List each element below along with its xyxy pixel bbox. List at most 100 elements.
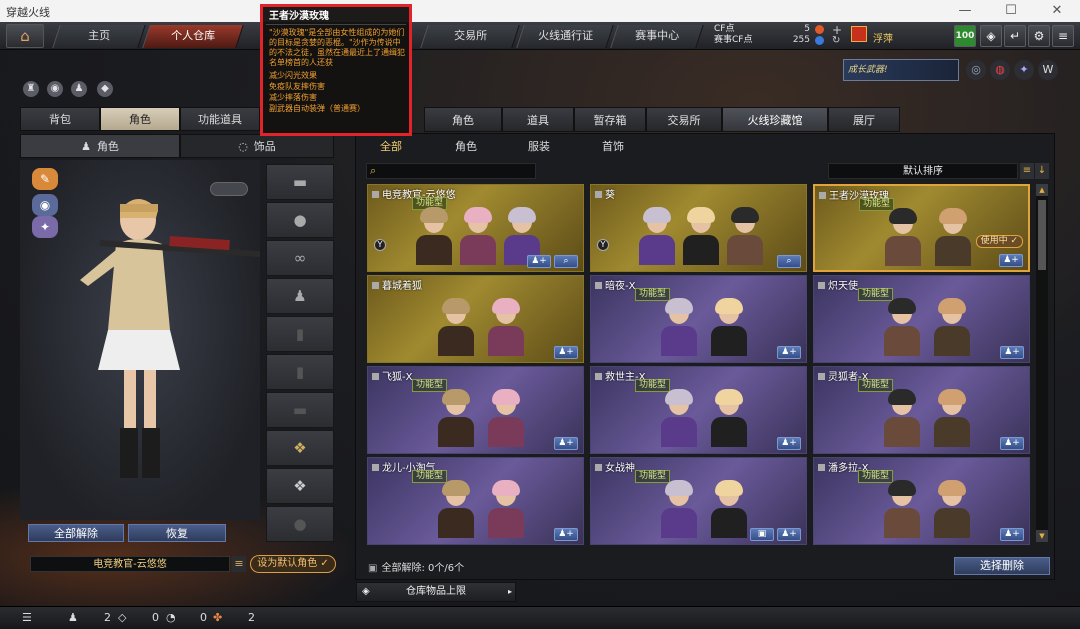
slot-pants[interactable]: ▬ [266,392,334,428]
item-card[interactable]: 暮城着狐 ♟+ [367,275,584,363]
clear-all-button[interactable]: 全部解除 [28,524,124,542]
slot-pet-1[interactable]: ❖ [266,430,334,466]
checkbox-icon[interactable] [372,191,379,198]
nav-tab-home[interactable]: 主页 [52,25,146,48]
home-icon[interactable]: ⌂ [6,24,44,48]
tab-role[interactable]: 角色 [424,107,502,132]
checkbox-icon[interactable]: ▣ [368,563,377,574]
subtab-character[interactable]: ♟ 角色 [20,134,180,158]
list-icon[interactable]: ≡ [232,556,246,572]
tab-items[interactable]: 道具 [502,107,574,132]
item-card[interactable]: 女战神 功能型 ▣ ♟+ [590,457,807,545]
list-menu-icon[interactable]: ☰ [22,611,32,624]
character-preview[interactable] [20,160,275,520]
shield-icon[interactable]: ◈ [980,25,1002,47]
item-card[interactable]: 飞狐-X 功能型 ♟+ [367,366,584,454]
equip-icon[interactable]: ♟+ [1000,528,1024,541]
slot-primary-weapon[interactable]: ▬ [266,164,334,200]
filter-jewelry[interactable]: 首饰 [602,138,624,154]
slot-figure[interactable]: ♟ [266,278,334,314]
gift-status-icon[interactable]: ✤ [213,611,222,624]
eye-icon[interactable]: ◉ [47,81,63,97]
item-card[interactable]: 暗夜-X 功能型 ♟+ [590,275,807,363]
skin-icon-2[interactable]: ◉ [32,194,58,216]
close-button[interactable]: ✕ [1034,0,1080,22]
item-card[interactable]: 潘多拉-X 功能型 ♟+ [813,457,1030,545]
scroll-up-icon[interactable]: ▲ [1036,184,1048,196]
item-card[interactable]: 王者沙漠玫瑰 功能型 使用中 ✓ ♟+ [813,184,1030,272]
tab-collection[interactable]: 火线珍藏馆 [722,107,828,132]
tab-storage[interactable]: 暂存箱 [574,107,646,132]
preview-icon[interactable]: ⌕ [554,255,578,268]
chat-icon[interactable]: ◔ [166,611,176,624]
subtab-accessories[interactable]: ◌ 饰品 [180,134,334,158]
filter-clothing[interactable]: 服装 [528,138,550,154]
growth-weapon-banner[interactable]: 成长武器! [843,59,959,81]
shield-status-icon[interactable]: ◇ [118,611,126,624]
rank-icon-1[interactable]: ◎ [966,60,986,80]
friends-icon[interactable]: ♟ [68,611,78,624]
equip-icon[interactable]: ♟+ [554,346,578,359]
nav-tab-pass[interactable]: 火线通行证 [516,25,614,48]
checkbox-icon[interactable] [818,373,825,380]
refresh-icon[interactable]: ↻ [832,35,840,46]
item-card[interactable]: 灵狐者-X 功能型 ♟+ [813,366,1030,454]
set-default-button[interactable]: 设为默认角色 ✓ [250,555,336,573]
scroll-down-icon[interactable]: ▼ [1036,530,1048,542]
gear-icon[interactable]: ⚙ [1028,25,1050,47]
gift-icon[interactable]: ♜ [23,81,39,97]
sort-select[interactable]: 默认排序 [828,163,1018,179]
skin-icon-1[interactable]: ✎ [32,168,58,190]
checkbox-icon[interactable] [818,282,825,289]
equip-icon[interactable]: ♟+ [554,437,578,450]
checkbox-icon[interactable] [595,191,602,198]
slot-pet-2[interactable]: ❖ [266,468,334,504]
exit-icon[interactable]: ↵ [1004,25,1026,47]
tab-showroom[interactable]: 展厅 [828,107,900,132]
rank-icon-3[interactable]: ✦ [1014,60,1034,80]
checkbox-icon[interactable] [595,373,602,380]
tab-backpack[interactable]: 背包 [20,107,100,131]
slot-glasses[interactable]: ∞ [266,240,334,276]
restore-button[interactable]: 恢复 [128,524,226,542]
nav-tab-exchange[interactable]: 交易所 [420,25,520,48]
storage-limit-bar[interactable]: ◈ 仓库物品上限 ▸ [356,582,516,602]
person-icon[interactable]: ♟ [71,81,87,97]
checkbox-icon[interactable] [595,464,602,471]
equip-icon[interactable]: ♟+ [777,437,801,450]
equip-icon[interactable]: ♟+ [777,346,801,359]
skin-icon-3[interactable]: ✦ [32,216,58,238]
slot-backpack[interactable]: ▮ [266,354,334,390]
item-card[interactable]: 炽天使 功能型 ♟+ [813,275,1030,363]
checkbox-icon[interactable] [372,282,379,289]
select-delete-button[interactable]: 选择删除 [954,557,1050,575]
minimize-button[interactable]: — [942,0,988,22]
rank-icon-4[interactable]: W [1038,60,1058,80]
checkbox-icon[interactable] [819,192,826,199]
tab-character[interactable]: 角色 [100,107,180,131]
tab-function-items[interactable]: 功能道具 [180,107,260,131]
equip-icon[interactable]: ♟+ [527,255,551,268]
visibility-toggle[interactable] [210,182,248,196]
equip-icon[interactable]: ♟+ [999,254,1023,267]
rank-icon-2[interactable]: ◍ [990,60,1010,80]
checkbox-icon[interactable] [595,282,602,289]
item-card[interactable]: 救世主-X 功能型 ♟+ [590,366,807,454]
equip-icon[interactable]: ♟+ [1000,437,1024,450]
bag-icon[interactable]: ◆ [97,81,113,97]
item-card[interactable]: 龙儿-小淘气 功能型 ♟+ [367,457,584,545]
item-card[interactable]: 电竞教官-云悠悠 功能型 Y ♟+ ⌕ [367,184,584,272]
sort-direction-icon[interactable]: ↓ [1035,163,1049,179]
equip-icon[interactable]: ♟+ [1000,346,1024,359]
menu-icon[interactable]: ≡ [1052,25,1074,47]
filter-role[interactable]: 角色 [455,138,477,154]
checkbox-icon[interactable] [372,373,379,380]
tab-exchange[interactable]: 交易所 [646,107,722,132]
checkbox-icon[interactable] [372,464,379,471]
checkbox-icon[interactable] [818,464,825,471]
equip-icon[interactable]: ♟+ [554,528,578,541]
maximize-button[interactable]: ☐ [988,0,1034,22]
filter-all[interactable]: 全部 [380,138,402,154]
slot-extra[interactable]: ● [266,506,334,542]
item-card[interactable]: 葵 Y ⌕ [590,184,807,272]
